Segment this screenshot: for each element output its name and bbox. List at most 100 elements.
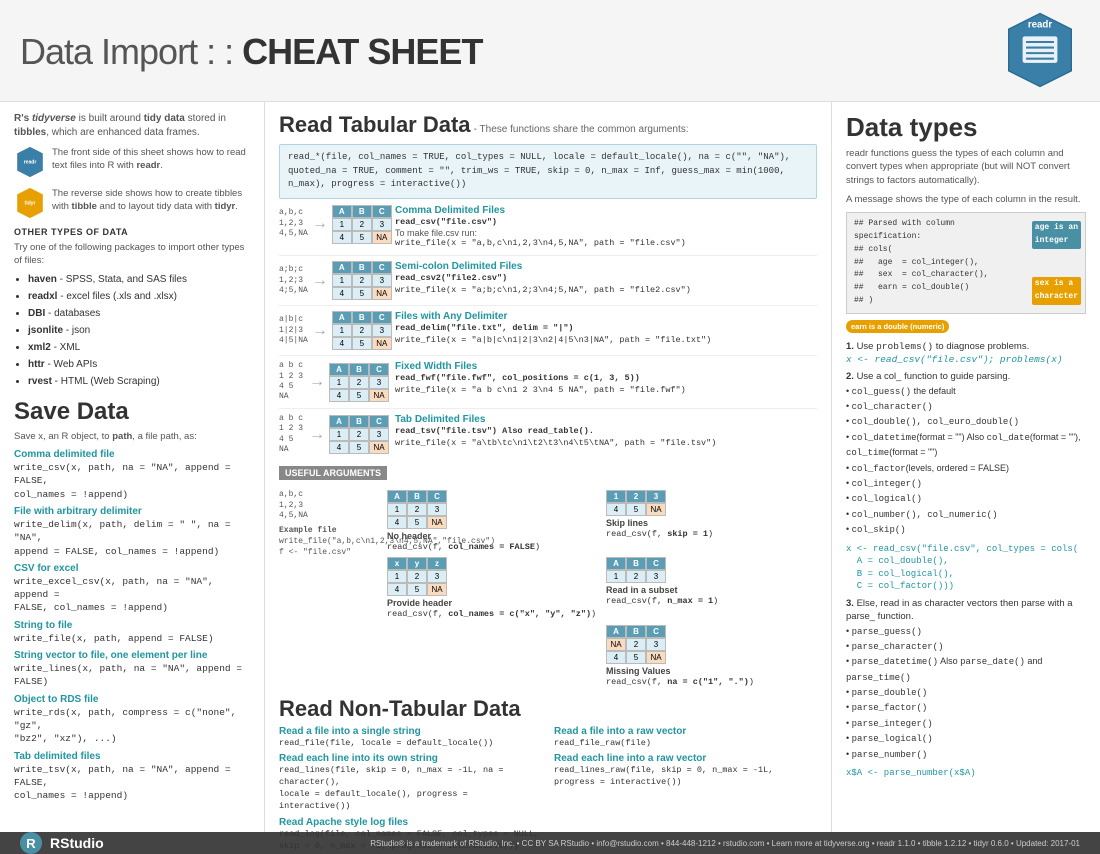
fmt-func-fwf: read_fwf("file.fwf", col_positions = c(1… [395, 373, 817, 385]
table-preview-csv2: ABC 123 45NA [332, 261, 392, 300]
tidyr-badge-row: tidyr The reverse side shows how to crea… [14, 187, 250, 220]
save-data-title: Save Data [14, 398, 250, 426]
list-item: col_number(), col_numeric() [846, 507, 1086, 522]
save-comma-code: write_csv(x, path, na = "NA", append = F… [14, 461, 250, 501]
save-delim-code: write_delim(x, path, delim = " ", na = "… [14, 518, 250, 558]
nt-lines-raw: Read each line into a raw vector read_li… [554, 753, 817, 813]
useful-args-label: USEFUL ARGUMENTS [279, 466, 387, 480]
svg-text:readr: readr [24, 159, 37, 165]
list-item: col_double(), col_euro_double() [846, 414, 1086, 429]
fmt-left-csv: a,b,c1,2,34,5,NA → ABC 123 45NA [279, 205, 389, 244]
contact: info@rstudio.com • 844-448-1212 • rstudi… [596, 839, 769, 848]
arg-no-header-code: read_csv(f, col_names = FALSE) [387, 542, 598, 553]
arg-subset-code: read_csv(f, n_max = 1) [606, 596, 817, 607]
csv-preview-csv: a,b,c1,2,34,5,NA [279, 208, 308, 239]
tidyr-badge-item: tidyr The reverse side shows how to crea… [14, 187, 250, 220]
dt-msg: A message shows the type of each column … [846, 193, 1086, 206]
earn-badge: earn is a double (numeric) [846, 320, 949, 333]
table-preview-tsv: ABC 123 45NA [329, 415, 389, 454]
formats-container: a,b,c1,2,34,5,NA → ABC 123 45NA Comma De… [279, 205, 817, 461]
non-tabular-heading: Read Non-Tabular Data [279, 696, 817, 722]
example-preview: a,b,c1,2,34,5,NA [279, 490, 379, 521]
updated: Updated: 2017-01 [1016, 839, 1080, 848]
list-item: col_integer() [846, 476, 1086, 491]
format-delim: a|b|c1|2|34|5|NA → ABC 123 45NA Files wi… [279, 311, 817, 356]
save-excel-code: write_excel_csv(x, path, na = "NA", appe… [14, 575, 250, 615]
arg-provide-header-code: read_csv(f, col_names = c("x", "y", "z")… [387, 609, 598, 620]
fmt-right-fwf: Fixed Width Files read_fwf("file.fwf", c… [395, 361, 817, 397]
footer-text: RStudio® is a trademark of RStudio, Inc.… [370, 839, 1080, 848]
arg-provide-header-title: Provide header [387, 598, 598, 608]
version: readr 1.1.0 • tibble 1.2.12 • tidyr 0.6.… [877, 839, 1014, 848]
format-fwf: a b c1 2 34 5 NA → ABC 123 45NA Fixed Wi… [279, 361, 817, 409]
readr-badge-item: readr The front side of this sheet shows… [14, 146, 250, 179]
list-item: col_datetime(format = "") Also col_date(… [846, 430, 1086, 461]
fmt-write-csv2: write_file(x = "a;b;c\n1,2;3\n4;5,NA", p… [395, 285, 817, 297]
csv-preview-csv2: a;b;c1,2;34;5,NA [279, 265, 308, 296]
save-excel-title: CSV for excel [14, 563, 250, 574]
tidyr-desc: The reverse side shows how to create tib… [52, 187, 250, 214]
col-func-list: col_guess() the default col_character() … [846, 384, 1086, 538]
fmt-right-tsv: Tab Delimited Files read_tsv("file.tsv")… [395, 414, 817, 450]
save-excel: CSV for excel write_excel_csv(x, path, n… [14, 563, 250, 615]
list-item: col_logical() [846, 491, 1086, 506]
list-item: rvest - HTML (Web Scraping) [28, 373, 250, 390]
save-comma-title: Comma delimited file [14, 449, 250, 460]
list-item: haven - SPSS, Stata, and SAS files [28, 271, 250, 288]
list-item: parse_guess() [846, 624, 1086, 639]
dt-desc: readr functions guess the types of each … [846, 147, 1086, 187]
arg-provide-header: xyz 123 45NA Provide header read_csv(f, … [387, 557, 598, 620]
nt-lines-string-code: read_lines(file, skip = 0, n_max = -1L, … [279, 765, 542, 813]
list-item: col_factor(levels, ordered = FALSE) [846, 461, 1086, 476]
fmt-func-delim: read_delim("file.txt", delim = "|") [395, 323, 817, 335]
fmt-left-tsv: a b c1 2 34 5 NA → ABC 123 45NA [279, 414, 389, 456]
list-item: col_skip() [846, 522, 1086, 537]
svg-text:tidyr: tidyr [25, 200, 36, 206]
sex-badge: sex is acharacter [1032, 277, 1081, 305]
save-tsv: Tab delimited files write_tsv(x, path, n… [14, 751, 250, 803]
fmt-title-delim: Files with Any Delimiter [395, 311, 817, 322]
nt-raw-vector-code: read_file_raw(file) [554, 738, 817, 750]
list-item: parse_datetime() Also parse_date() and p… [846, 654, 1086, 685]
save-lines-title: String vector to file, one element per l… [14, 650, 250, 661]
save-delim-title: File with arbitrary delimiter [14, 506, 250, 517]
fmt-desc-csv: To make file.csv run: [395, 228, 817, 238]
license: • CC BY SA RStudio • [517, 839, 595, 848]
intro-paragraph: R's tidyverse is built around tidy data … [14, 112, 250, 140]
fmt-left-csv2: a;b;c1,2;34;5,NA → ABC 123 45NA [279, 261, 389, 300]
list-item: parse_number() [846, 747, 1086, 762]
fmt-write-csv: write_file(x = "a,b,c\n1,2,3\n4,5,NA", p… [395, 238, 817, 250]
list-item: xml2 - XML [28, 339, 250, 356]
fmt-title-tsv: Tab Delimited Files [395, 414, 817, 425]
table-preview-fwf: ABC 123 45NA [329, 363, 389, 402]
list-item: col_guess() the default [846, 384, 1086, 399]
nt-raw-vector: Read a file into a raw vector read_file_… [554, 726, 817, 750]
save-string-code: write_file(x, path, append = FALSE) [14, 632, 250, 645]
fmt-write-fwf: write_file(x = "a b c\n1 2 3\n4 5 NA", p… [395, 385, 817, 397]
step-3: 3. Else, read in as character vectors th… [846, 597, 1086, 780]
readr-small-icon: readr [14, 146, 46, 178]
save-tsv-code: write_tsv(x, path, na = "NA", append = F… [14, 763, 250, 803]
title-bold: CHEAT SHEET [242, 31, 482, 72]
example-code: Example file write_file("a,b,c\n1,2,3\n4… [279, 525, 379, 559]
nt-single-string-title: Read a file into a single string [279, 726, 542, 737]
nt-lines-string: Read each line into its own string read_… [279, 753, 542, 813]
badge-row: readr The front side of this sheet shows… [14, 146, 250, 179]
step-2: 2. Use a col_ function to guide parsing.… [846, 370, 1086, 593]
save-string-title: String to file [14, 620, 250, 631]
csv-preview-fwf: a b c1 2 34 5 NA [279, 361, 305, 403]
nt-lines-raw-code: read_lines_raw(file, skip = 0, n_max = -… [554, 765, 817, 789]
step2-code: x <- read_csv("file.csv", col_types = co… [846, 543, 1086, 593]
fmt-right-csv2: Semi-colon Delimited Files read_csv2("fi… [395, 261, 817, 297]
useful-args-section: USEFUL ARGUMENTS a,b,c1,2,34,5,NA Exampl… [279, 466, 817, 687]
format-csv2: a;b;c1,2;34;5,NA → ABC 123 45NA Semi-col… [279, 261, 817, 306]
arg-missing-title: Missing Values [606, 666, 817, 676]
list-item: httr - Web APIs [28, 356, 250, 373]
other-types-label: OTHER TYPES OF DATA [14, 227, 250, 237]
nt-single-string: Read a file into a single string read_fi… [279, 726, 542, 750]
nt-lines-raw-title: Read each line into a raw vector [554, 753, 817, 764]
useful-example-col: a,b,c1,2,34,5,NA Example file write_file… [279, 490, 379, 687]
fmt-right-delim: Files with Any Delimiter read_delim("fil… [395, 311, 817, 347]
packages-list: haven - SPSS, Stata, and SAS files readx… [14, 271, 250, 390]
save-rds-code: write_rds(x, path, compress = c("none", … [14, 706, 250, 746]
